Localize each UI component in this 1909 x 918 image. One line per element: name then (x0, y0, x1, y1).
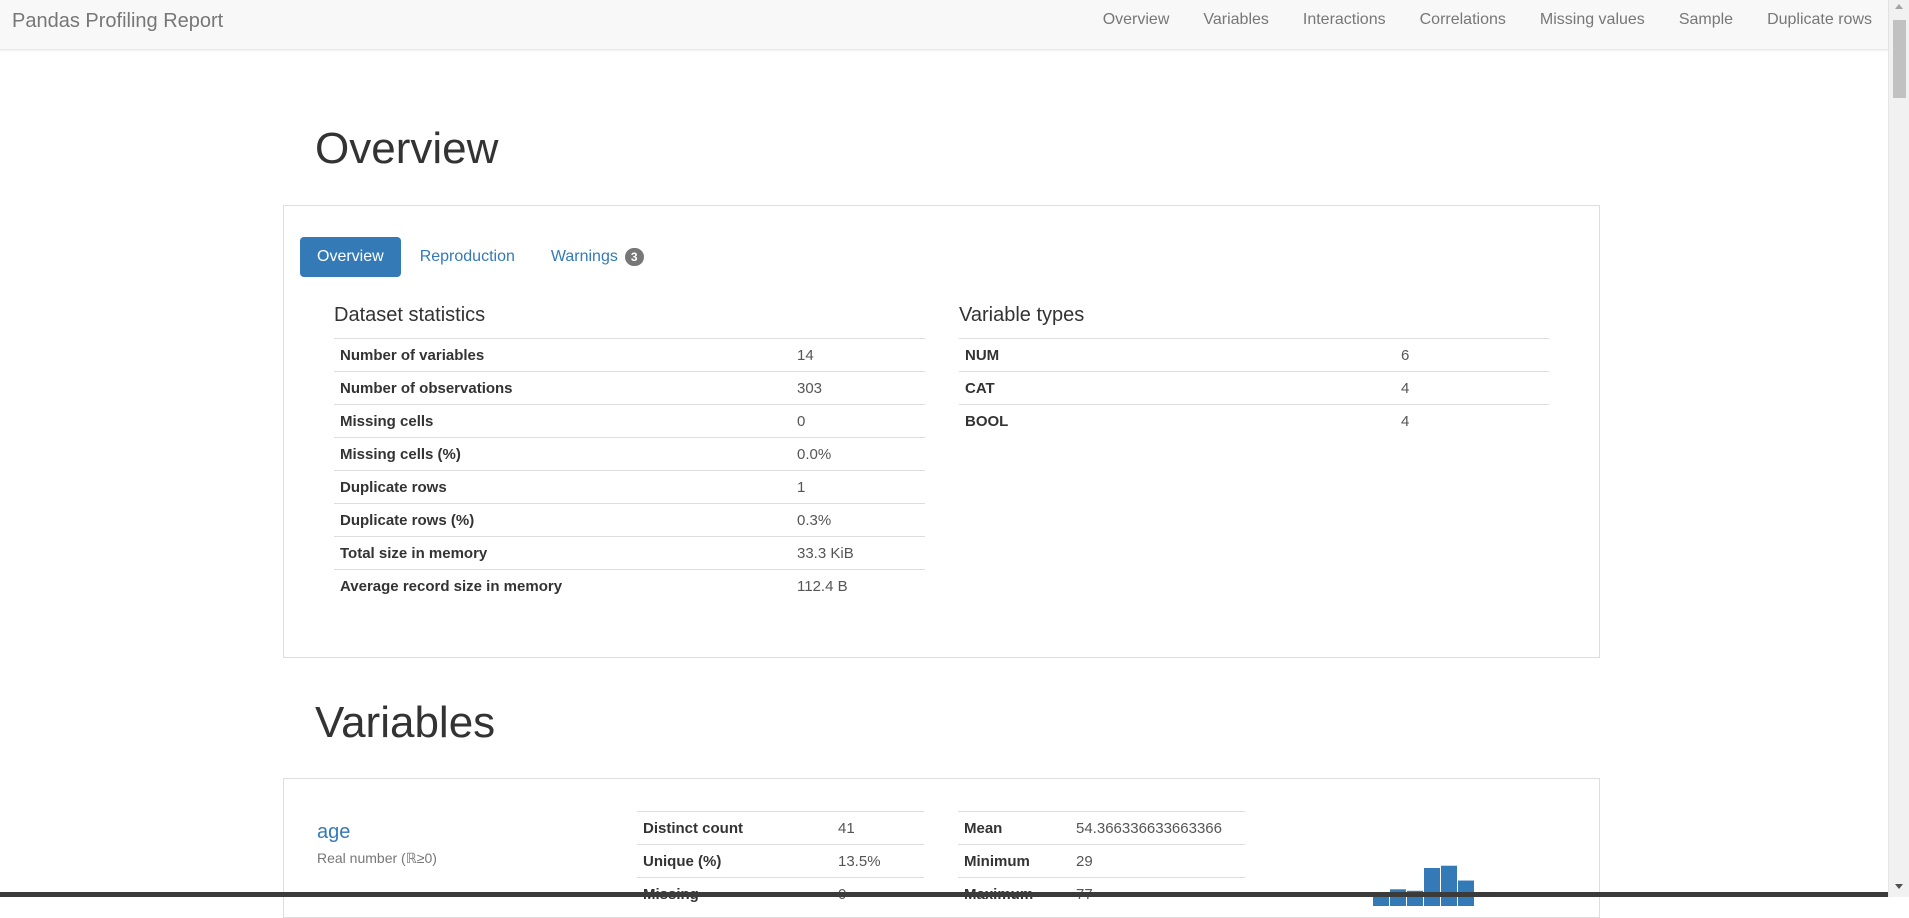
table-row: Duplicate rows (%)0.3% (334, 504, 925, 537)
stat-value: 303 (791, 372, 925, 405)
stat-key: Minimum (958, 845, 1070, 878)
tab-reproduction[interactable]: Reproduction (403, 237, 532, 277)
stat-key: Number of observations (334, 372, 791, 405)
table-row: NUM6 (959, 339, 1549, 372)
tab-warnings-label: Warnings (551, 248, 618, 266)
stat-value: 0.0% (791, 438, 925, 471)
type-key: CAT (959, 372, 1395, 405)
tab-reproduction-label: Reproduction (420, 248, 515, 266)
stat-key: Total size in memory (334, 537, 791, 570)
table-row: Duplicate rows1 (334, 471, 925, 504)
table-row: BOOL4 (959, 405, 1549, 438)
variable-type-label: Real number (ℝ≥0) (317, 850, 437, 867)
scroll-down-arrow-icon[interactable] (1895, 884, 1903, 889)
dataset-statistics-title: Dataset statistics (334, 304, 485, 327)
variables-title: Variables (315, 698, 495, 748)
table-row: Minimum29 (958, 845, 1245, 878)
histogram-bar (1441, 866, 1457, 906)
overview-title: Overview (315, 124, 498, 174)
dataset-statistics-table: Number of variables14 Number of observat… (334, 338, 925, 603)
stat-value: 29 (1070, 845, 1245, 878)
table-row: Average record size in memory112.4 B (334, 570, 925, 603)
table-row: Mean54.366336633663366 (958, 812, 1245, 845)
stat-value: 13.5% (832, 845, 924, 878)
stat-key: Missing cells (334, 405, 791, 438)
table-row: Number of observations303 (334, 372, 925, 405)
nav-link-interactions[interactable]: Interactions (1303, 11, 1386, 29)
type-value: 6 (1395, 339, 1549, 372)
stat-value: 1 (791, 471, 925, 504)
nav-link-correlations[interactable]: Correlations (1420, 11, 1506, 29)
stat-key: Distinct count (637, 812, 832, 845)
stat-key: Missing cells (%) (334, 438, 791, 471)
top-navbar: Pandas Profiling Report Overview Variabl… (0, 0, 1888, 50)
overview-panel: Overview Reproduction Warnings 3 Dataset… (283, 205, 1600, 658)
stat-key: Unique (%) (637, 845, 832, 878)
variable-panel-age: age Real number (ℝ≥0) Distinct count41 U… (283, 778, 1600, 918)
scrollbar-thumb[interactable] (1893, 20, 1906, 98)
stat-value: 33.3 KiB (791, 537, 925, 570)
table-row: Missing cells (%)0.0% (334, 438, 925, 471)
nav-link-sample[interactable]: Sample (1679, 11, 1733, 29)
table-row: Missing cells0 (334, 405, 925, 438)
stat-value: 112.4 B (791, 570, 925, 603)
histogram-bar (1424, 868, 1440, 906)
type-key: NUM (959, 339, 1395, 372)
nav-link-duplicate-rows[interactable]: Duplicate rows (1767, 11, 1872, 29)
stat-value: 41 (832, 812, 924, 845)
nav-link-variables[interactable]: Variables (1203, 11, 1269, 29)
stat-value: 54.366336633663366 (1070, 812, 1245, 845)
variable-name-link[interactable]: age (317, 821, 350, 844)
warnings-count-badge: 3 (625, 248, 644, 266)
table-row: Total size in memory33.3 KiB (334, 537, 925, 570)
stat-key: Average record size in memory (334, 570, 791, 603)
overview-tabs: Overview Reproduction Warnings 3 (300, 237, 663, 277)
vertical-scrollbar[interactable] (1888, 0, 1909, 897)
tab-overview-label: Overview (317, 248, 384, 266)
stat-value: 0 (791, 405, 925, 438)
variable-types-table: NUM6 CAT4 BOOL4 (959, 338, 1549, 438)
variable-types-title: Variable types (959, 304, 1084, 327)
stat-key: Mean (958, 812, 1070, 845)
table-row: Unique (%)13.5% (637, 845, 924, 878)
tab-overview[interactable]: Overview (300, 237, 401, 277)
table-row: CAT4 (959, 372, 1549, 405)
type-value: 4 (1395, 405, 1549, 438)
stat-key: Duplicate rows (%) (334, 504, 791, 537)
stat-value: 0.3% (791, 504, 925, 537)
nav-link-missing-values[interactable]: Missing values (1540, 11, 1645, 29)
brand-link[interactable]: Pandas Profiling Report (12, 10, 223, 33)
stat-key: Duplicate rows (334, 471, 791, 504)
stat-key: Number of variables (334, 339, 791, 372)
stat-value: 14 (791, 339, 925, 372)
bottom-edge-bar (0, 892, 1888, 897)
nav-link-overview[interactable]: Overview (1103, 11, 1170, 29)
type-value: 4 (1395, 372, 1549, 405)
table-row: Distinct count41 (637, 812, 924, 845)
scroll-up-arrow-icon[interactable] (1895, 4, 1903, 9)
type-key: BOOL (959, 405, 1395, 438)
nav-links: Overview Variables Interactions Correlat… (1069, 0, 1872, 40)
tab-warnings[interactable]: Warnings 3 (534, 237, 661, 277)
table-row: Number of variables14 (334, 339, 925, 372)
